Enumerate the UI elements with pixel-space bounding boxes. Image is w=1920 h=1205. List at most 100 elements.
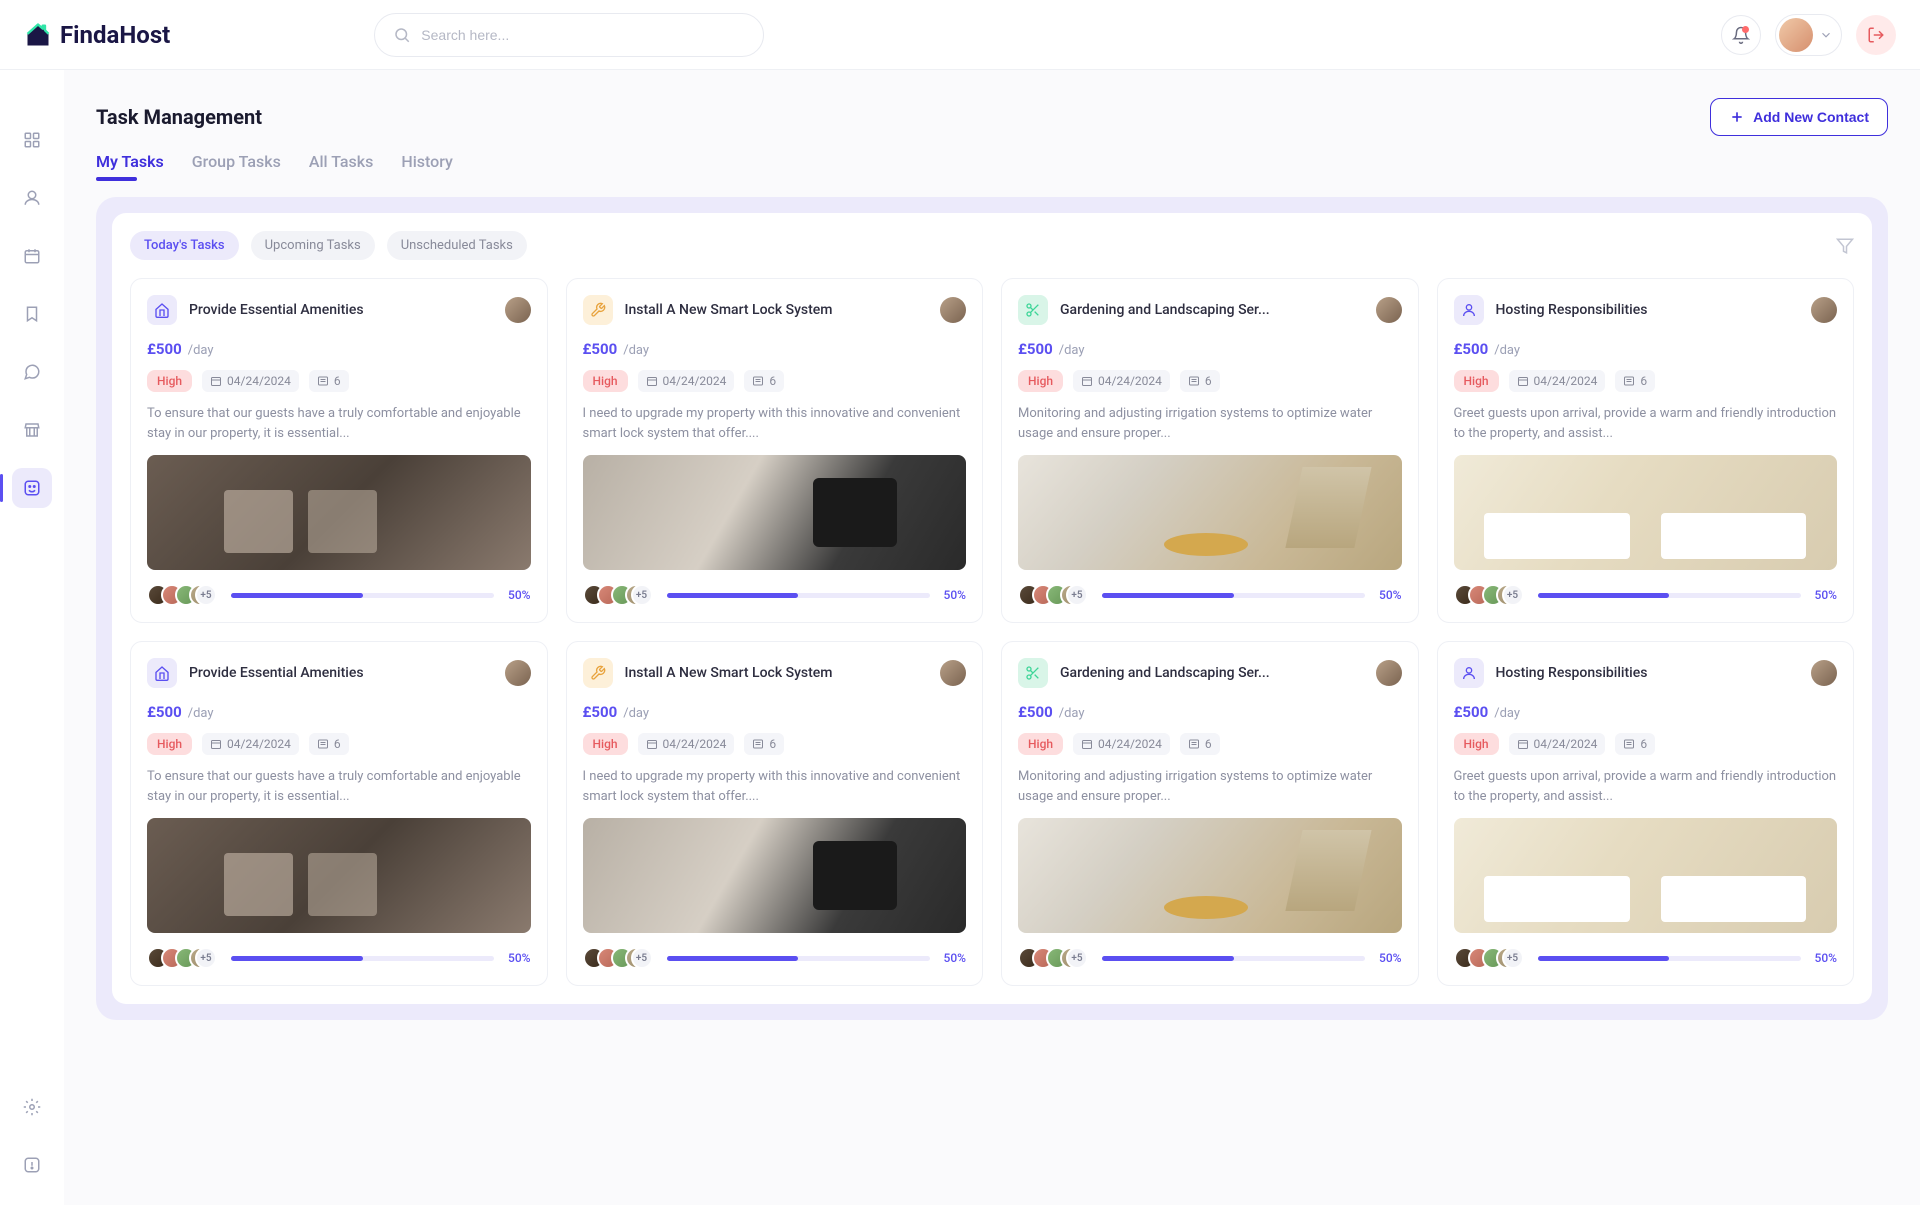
add-button-label: Add New Contact — [1753, 109, 1869, 125]
assignee-avatar[interactable] — [1811, 660, 1837, 686]
task-price: £500 /day — [583, 702, 967, 721]
price-value: £500 — [1018, 340, 1053, 358]
task-image — [1454, 818, 1838, 933]
count-text: 6 — [1640, 374, 1647, 388]
logout-button[interactable] — [1856, 15, 1896, 55]
task-card[interactable]: Gardening and Landscaping Ser... £500 /d… — [1001, 641, 1419, 986]
pill-upcoming[interactable]: Upcoming Tasks — [251, 231, 375, 260]
task-card[interactable]: Gardening and Landscaping Ser... £500 /d… — [1001, 278, 1419, 623]
tab-group-tasks[interactable]: Group Tasks — [192, 152, 281, 179]
task-meta: High 04/24/2024 6 — [1018, 733, 1402, 755]
add-contact-button[interactable]: Add New Contact — [1710, 98, 1888, 136]
logo[interactable]: FindaHost — [24, 21, 170, 49]
chat-icon — [23, 363, 41, 381]
list-icon — [752, 375, 764, 387]
brand-text: FindaHost — [60, 21, 170, 49]
count-chip: 6 — [1180, 733, 1220, 755]
card-footer: +5 50% — [583, 584, 967, 606]
progress-percent: 50% — [1379, 588, 1401, 602]
task-card[interactable]: Hosting Responsibilities £500 /day High … — [1437, 278, 1855, 623]
assignee-avatar[interactable] — [1376, 297, 1402, 323]
user-menu[interactable] — [1775, 14, 1842, 56]
task-price: £500 /day — [1454, 339, 1838, 358]
pill-unscheduled[interactable]: Unscheduled Tasks — [387, 231, 527, 260]
assignee-avatar[interactable] — [505, 660, 531, 686]
progress-bar — [231, 956, 494, 961]
task-card[interactable]: Install A New Smart Lock System £500 /da… — [566, 641, 984, 986]
nav-calendar[interactable] — [12, 236, 52, 276]
collaborator-avatars[interactable]: +5 — [147, 947, 217, 969]
task-description: I need to upgrade my property with this … — [583, 767, 967, 806]
assignee-avatar[interactable] — [1811, 297, 1837, 323]
task-title: Install A New Smart Lock System — [625, 665, 929, 681]
calendar-icon — [646, 738, 658, 750]
count-chip: 6 — [1615, 733, 1655, 755]
nav-dashboard[interactable] — [12, 120, 52, 160]
calendar-icon — [23, 247, 41, 265]
page-title: Task Management — [96, 105, 262, 129]
date-chip: 04/24/2024 — [1509, 370, 1606, 392]
task-price: £500 /day — [583, 339, 967, 358]
price-value: £500 — [147, 340, 182, 358]
card-header: Install A New Smart Lock System — [583, 658, 967, 688]
tab-all-tasks[interactable]: All Tasks — [309, 152, 374, 179]
date-text: 04/24/2024 — [227, 374, 291, 388]
task-card[interactable]: Hosting Responsibilities £500 /day High … — [1437, 641, 1855, 986]
task-description: To ensure that our guests have a truly c… — [147, 404, 531, 443]
assignee-avatar[interactable] — [505, 297, 531, 323]
nav-chat[interactable] — [12, 352, 52, 392]
list-icon — [1188, 375, 1200, 387]
task-type-icon — [147, 295, 177, 325]
notifications-button[interactable] — [1721, 15, 1761, 55]
more-collaborators: +5 — [1066, 947, 1088, 969]
task-meta: High 04/24/2024 6 — [1018, 370, 1402, 392]
more-collaborators: +5 — [631, 584, 653, 606]
card-footer: +5 50% — [147, 584, 531, 606]
search-field[interactable] — [374, 13, 764, 57]
assignee-avatar[interactable] — [940, 297, 966, 323]
grid-icon — [23, 131, 41, 149]
priority-badge: High — [583, 370, 628, 392]
collaborator-avatars[interactable]: +5 — [583, 584, 653, 606]
task-title: Hosting Responsibilities — [1496, 302, 1800, 318]
search-input[interactable] — [421, 27, 745, 43]
list-icon — [317, 738, 329, 750]
nav-help[interactable] — [12, 1145, 52, 1185]
calendar-icon — [1517, 738, 1529, 750]
search-icon — [393, 26, 411, 44]
tab-history[interactable]: History — [401, 152, 453, 179]
nav-profile[interactable] — [12, 178, 52, 218]
count-chip: 6 — [744, 370, 784, 392]
date-text: 04/24/2024 — [1534, 737, 1598, 751]
task-card[interactable]: Install A New Smart Lock System £500 /da… — [566, 278, 984, 623]
nav-bookmark[interactable] — [12, 294, 52, 334]
task-card[interactable]: Provide Essential Amenities £500 /day Hi… — [130, 278, 548, 623]
more-collaborators: +5 — [1066, 584, 1088, 606]
progress-percent: 50% — [1815, 588, 1837, 602]
pill-today[interactable]: Today's Tasks — [130, 231, 239, 260]
collaborator-avatars[interactable]: +5 — [1018, 947, 1088, 969]
collaborator-avatars[interactable]: +5 — [583, 947, 653, 969]
date-chip: 04/24/2024 — [202, 733, 299, 755]
calendar-icon — [646, 375, 658, 387]
nav-store[interactable] — [12, 410, 52, 450]
assignee-avatar[interactable] — [940, 660, 966, 686]
assignee-avatar[interactable] — [1376, 660, 1402, 686]
filter-button[interactable] — [1836, 237, 1854, 255]
nav-settings[interactable] — [12, 1087, 52, 1127]
collaborator-avatars[interactable]: +5 — [1454, 947, 1524, 969]
collaborator-avatars[interactable]: +5 — [1018, 584, 1088, 606]
task-type-icon — [1018, 295, 1048, 325]
tab-my-tasks[interactable]: My Tasks — [96, 152, 164, 179]
progress-fill — [231, 956, 363, 961]
task-image — [1454, 455, 1838, 570]
task-card[interactable]: Provide Essential Amenities £500 /day Hi… — [130, 641, 548, 986]
collaborator-avatars[interactable]: +5 — [147, 584, 217, 606]
task-cards-grid: Provide Essential Amenities £500 /day Hi… — [130, 278, 1854, 986]
more-collaborators: +5 — [195, 947, 217, 969]
list-icon — [317, 375, 329, 387]
header-actions — [1721, 14, 1896, 56]
nav-tasks[interactable] — [12, 468, 52, 508]
task-type-icon — [1018, 658, 1048, 688]
collaborator-avatars[interactable]: +5 — [1454, 584, 1524, 606]
